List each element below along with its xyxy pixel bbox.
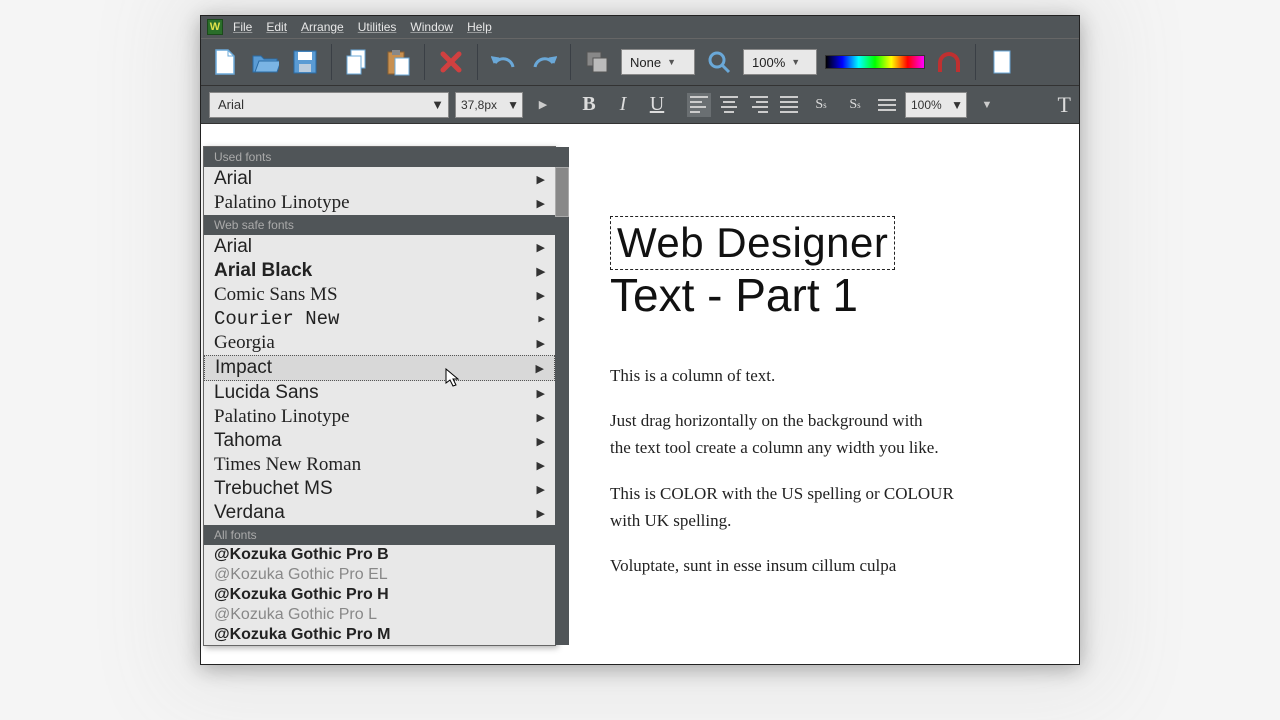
canvas-content: Web Designer Text - Part 1 This is a col… (610, 216, 1030, 597)
font-dropdown[interactable]: Used fonts Arial▶ Palatino Linotype▶ Web… (202, 124, 555, 624)
chevron-right-icon: ▶ (537, 387, 545, 400)
superscript-button[interactable]: Ss (807, 91, 835, 119)
dropdown-section-websafe: Web safe fonts (204, 215, 555, 235)
font-option-kozuka-el[interactable]: @Kozuka Gothic Pro EL (204, 565, 555, 585)
align-justify-button[interactable] (777, 93, 801, 117)
copy-icon[interactable] (342, 46, 374, 78)
text-tool-icon[interactable]: T (1058, 92, 1071, 118)
subscript-button[interactable]: Ss (841, 91, 869, 119)
delete-icon[interactable] (435, 46, 467, 78)
zoom-tool-icon[interactable] (703, 46, 735, 78)
font-option-kozuka-h[interactable]: @Kozuka Gothic Pro H (204, 585, 555, 605)
font-option-impact[interactable]: Impact▶ (204, 355, 555, 381)
app-logo-icon: W (207, 19, 223, 35)
font-option-trebuchet[interactable]: Trebuchet MS▶ (204, 477, 555, 501)
line-spacing-icon[interactable] (875, 93, 899, 117)
font-option-arial[interactable]: Arial▶ (204, 167, 555, 191)
paragraph: Just drag horizontally on the background… (610, 407, 980, 461)
chevron-down-icon: ▼ (667, 57, 676, 67)
chevron-right-icon: ▶ (538, 312, 545, 326)
font-option-arial-black[interactable]: Arial Black▶ (204, 259, 555, 283)
subtitle-text[interactable]: Text - Part 1 (610, 268, 1030, 322)
menubar: W File Edit Arrange Utilities Window Hel… (201, 16, 1079, 38)
align-left-button[interactable] (687, 93, 711, 117)
color-bar[interactable] (825, 55, 925, 69)
menu-utilities[interactable]: Utilities (358, 20, 397, 34)
font-option-verdana[interactable]: Verdana▶ (204, 501, 555, 525)
new-file-icon[interactable] (209, 46, 241, 78)
chevron-down-icon: ▼ (791, 57, 800, 67)
chevron-right-icon: ▶ (537, 173, 545, 186)
chevron-right-icon: ▶ (537, 241, 545, 254)
main-toolbar: None ▼ 100% ▼ (201, 38, 1079, 86)
font-option-kozuka-m[interactable]: @Kozuka Gothic Pro M (204, 625, 555, 645)
font-family-value: Arial (218, 97, 244, 112)
paragraph: This is COLOR with the US spelling or CO… (610, 480, 980, 534)
font-option-palatino[interactable]: Palatino Linotype▶ (204, 191, 555, 215)
paragraph: Voluptate, sunt in esse insum cillum cul… (610, 552, 980, 579)
text-toolbar: Arial ▼ 37,8px ▼ ▶ B I U Ss Ss 100% ▼ ▼ … (201, 86, 1079, 124)
chevron-down-icon: ▼ (507, 98, 519, 112)
undo-icon[interactable] (488, 46, 520, 78)
dropdown-scrollbar-track[interactable] (555, 147, 569, 645)
open-file-icon[interactable] (249, 46, 281, 78)
line-height-value: 100% (911, 98, 942, 112)
font-size-select[interactable]: 37,8px ▼ (455, 92, 523, 118)
font-option-georgia[interactable]: Georgia▶ (204, 331, 555, 355)
chevron-right-icon: ▶ (537, 197, 545, 210)
paste-icon[interactable] (382, 46, 414, 78)
chevron-right-icon: ▶ (536, 362, 544, 375)
save-icon[interactable] (289, 46, 321, 78)
bold-button[interactable]: B (575, 91, 603, 119)
font-family-select[interactable]: Arial ▼ (209, 92, 449, 118)
chevron-right-icon: ▶ (537, 435, 545, 448)
redo-icon[interactable] (528, 46, 560, 78)
zoom-value: 100% (752, 55, 785, 70)
body-text-column[interactable]: This is a column of text. Just drag hori… (610, 362, 980, 579)
chevron-right-icon: ▶ (537, 411, 545, 424)
zoom-select[interactable]: 100% ▼ (743, 49, 817, 75)
chevron-right-icon: ▶ (537, 507, 545, 520)
dropdown-section-all: All fonts (204, 525, 555, 545)
font-option-kozuka-l[interactable]: @Kozuka Gothic Pro L (204, 605, 555, 625)
snap-magnet-icon[interactable] (933, 46, 965, 78)
paragraph: This is a column of text. (610, 362, 980, 389)
menu-edit[interactable]: Edit (266, 20, 287, 34)
chevron-right-icon: ▶ (537, 289, 545, 302)
font-option-lucida-sans[interactable]: Lucida Sans▶ (204, 381, 555, 405)
font-option-comic-sans[interactable]: Comic Sans MS▶ (204, 283, 555, 307)
chevron-right-icon: ▶ (537, 265, 545, 278)
font-option-palatino[interactable]: Palatino Linotype▶ (204, 405, 555, 429)
font-option-courier-new[interactable]: Courier New▶ (204, 307, 555, 331)
chevron-right-icon: ▶ (537, 483, 545, 496)
chevron-right-icon: ▶ (537, 337, 545, 350)
font-option-times-new-roman[interactable]: Times New Roman▶ (204, 453, 555, 477)
layers-icon[interactable] (581, 46, 613, 78)
font-option-arial[interactable]: Arial▶ (204, 235, 555, 259)
underline-button[interactable]: U (643, 91, 671, 119)
font-option-tahoma[interactable]: Tahoma▶ (204, 429, 555, 453)
size-step-icon[interactable]: ▶ (529, 91, 557, 119)
layer-select-value: None (630, 55, 661, 70)
menu-help[interactable]: Help (467, 20, 492, 34)
layer-select[interactable]: None ▼ (621, 49, 695, 75)
selected-text-frame[interactable]: Web Designer (610, 216, 895, 270)
chevron-right-icon: ▶ (537, 459, 545, 472)
more-options-icon[interactable]: ▼ (973, 91, 1001, 119)
align-right-button[interactable] (747, 93, 771, 117)
font-size-value: 37,8px (461, 98, 497, 112)
page-icon[interactable] (986, 46, 1018, 78)
chevron-down-icon: ▼ (431, 97, 444, 112)
dropdown-section-used: Used fonts (204, 147, 555, 167)
menu-file[interactable]: File (233, 20, 252, 34)
title-text[interactable]: Web Designer (617, 219, 888, 267)
menu-arrange[interactable]: Arrange (301, 20, 344, 34)
font-option-kozuka-b[interactable]: @Kozuka Gothic Pro B (204, 545, 555, 565)
align-center-button[interactable] (717, 93, 741, 117)
menu-window[interactable]: Window (410, 20, 453, 34)
chevron-down-icon: ▼ (951, 98, 963, 112)
line-height-select[interactable]: 100% ▼ (905, 92, 967, 118)
dropdown-scrollbar-thumb[interactable] (555, 167, 569, 217)
italic-button[interactable]: I (609, 91, 637, 119)
